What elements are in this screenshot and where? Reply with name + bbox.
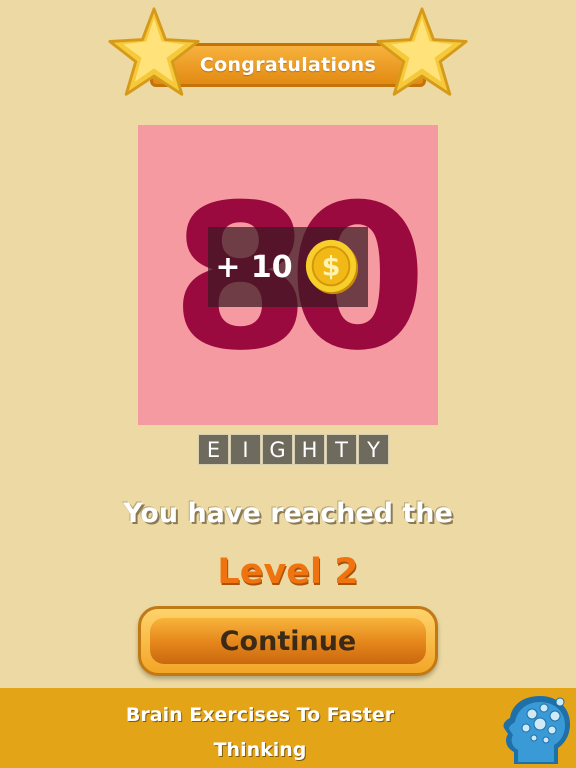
letter-tile: H xyxy=(294,434,325,465)
footer-tagline: Brain Exercises To Faster Thinking xyxy=(100,698,420,768)
letter-tile: E xyxy=(198,434,229,465)
star-icon xyxy=(108,7,200,96)
continue-button[interactable]: Continue xyxy=(138,606,438,676)
answer-tiles: E I G H T Y xyxy=(198,434,389,465)
reward-amount: + 10 xyxy=(215,249,293,285)
letter-tile: I xyxy=(230,434,261,465)
footer-tagline-line1: Brain Exercises To Faster xyxy=(125,704,395,726)
letter-tile: G xyxy=(262,434,293,465)
letter-tile: T xyxy=(326,434,357,465)
svg-text:$: $ xyxy=(321,252,340,283)
level-label: Level 2 xyxy=(217,552,359,592)
footer-banner: Brain Exercises To Faster Thinking xyxy=(0,688,576,768)
level-reached-message: You have reached the xyxy=(123,498,453,529)
continue-label: Continue xyxy=(219,625,357,657)
letter-tile: Y xyxy=(358,434,389,465)
reward-badge: + 10 $ xyxy=(208,227,368,307)
star-icon xyxy=(376,7,468,96)
continue-button-face[interactable]: Continue xyxy=(150,618,426,664)
banner-title: Congratulations xyxy=(199,54,377,76)
footer-tagline-line2: Thinking xyxy=(213,739,307,761)
coin-icon: $ xyxy=(305,239,358,295)
puzzle-image: 80 + 10 $ xyxy=(138,125,438,425)
brain-head-icon xyxy=(503,696,570,764)
